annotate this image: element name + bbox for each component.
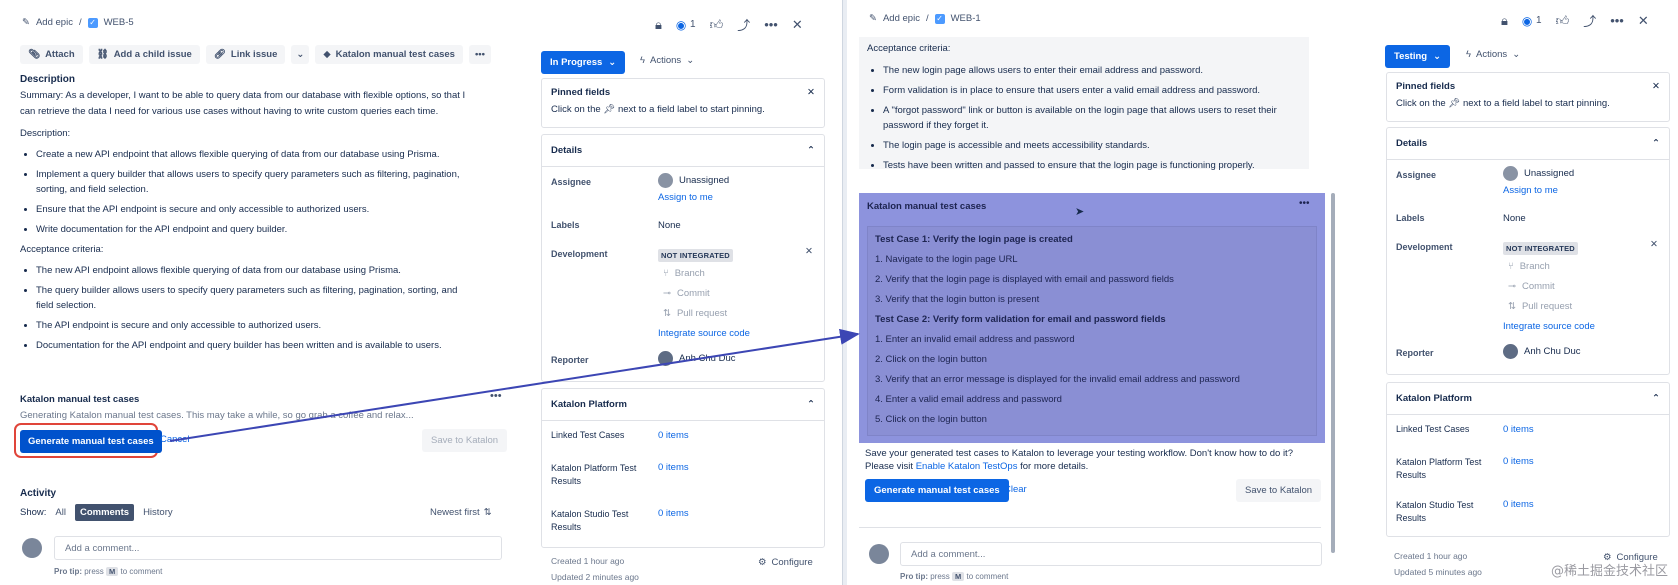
annotation-arrow: [169, 328, 860, 442]
arrow-line: [169, 328, 860, 442]
